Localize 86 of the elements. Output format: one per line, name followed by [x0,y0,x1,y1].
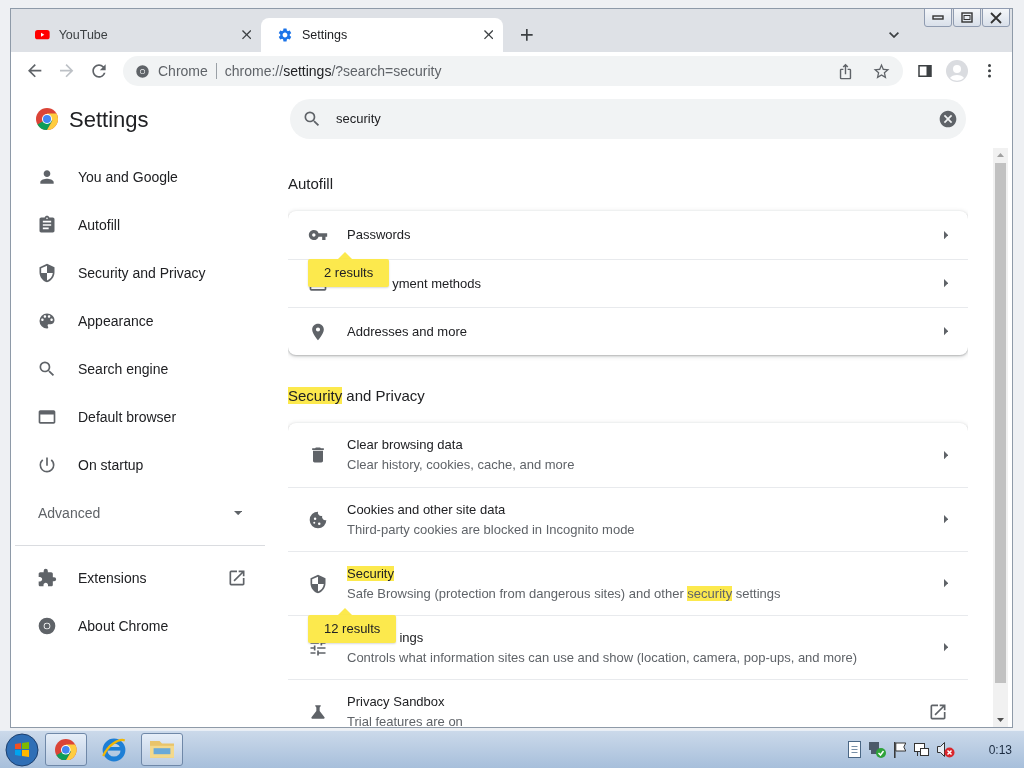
scroll-down-arrow[interactable] [997,718,1004,722]
search-bar[interactable]: security [290,99,966,139]
clock-time: 0:13 [988,741,1012,759]
clear-icon [938,109,958,129]
shield-icon [308,573,328,594]
side-panel-icon [916,62,934,80]
settings-row[interactable]: Cookies and other site data Third-party cookies are blocked in Incognito mode [288,487,968,551]
browser-window-icon [37,407,57,427]
site-label: Chrome [158,63,217,79]
browser-tab[interactable]: Settings [261,18,503,52]
palette-icon [37,311,57,331]
settings-row[interactable]: Addresses and more [288,307,968,355]
clipboard-icon [37,215,57,235]
settings-icon [277,27,293,43]
sidebar-item[interactable]: Autofill [15,201,265,249]
settings-row[interactable]: Clear browsing data Clear history, cookies, cache, and more [288,423,968,487]
document-icon[interactable] [847,741,861,758]
network-check-icon[interactable] [868,741,886,758]
scrollbar-thumb[interactable] [995,163,1006,683]
bubble-pointer [338,252,352,259]
close-icon [241,30,251,40]
chevron-down-icon [889,31,899,39]
power-icon [37,455,57,475]
section-title: Security and Privacy [288,386,426,406]
url-text: chrome://settings/?search=security [224,61,443,81]
plus-icon [521,29,533,41]
close-window-button[interactable] [982,8,1010,27]
star-icon [871,61,891,81]
restore-icon [961,12,973,23]
avatar-icon [945,59,969,83]
arrow-right-icon [943,515,948,524]
back-arrow-icon [28,64,42,78]
reload-icon [89,61,109,81]
advanced-label: Advanced [38,503,102,523]
puzzle-icon [37,568,57,588]
arrow-right-icon [943,643,948,652]
browser-tab[interactable]: YouTube [19,18,261,52]
sidebar-item[interactable]: On startup [15,441,265,489]
sidebar-item[interactable]: Appearance [15,297,265,345]
folder-icon [150,741,174,758]
chrome-icon [135,63,150,79]
section-title: Autofill [288,174,335,194]
page-title: Settings [69,105,149,134]
arrow-right-icon [943,579,948,588]
dropdown-arrow-icon[interactable] [233,510,242,516]
flag-icon[interactable] [893,741,906,758]
arrow-right-icon [943,327,948,336]
sidebar-item[interactable]: Security and Privacy [15,249,265,297]
restore-button[interactable] [953,8,981,27]
arrow-right-icon [943,230,948,240]
settings-row[interactable]: Passwords [288,211,968,259]
taskbar-app-button[interactable] [141,733,183,766]
minimize-icon [932,15,944,20]
external-link-icon [227,568,247,588]
bubble-pointer [338,608,352,615]
close-icon [483,30,493,40]
sidebar-item[interactable]: Search engine [15,345,265,393]
minimize-button[interactable] [924,8,952,27]
cookie-icon [308,509,328,530]
play-icon [35,30,50,40]
search-input[interactable]: security [336,109,924,129]
arrow-right-icon [943,450,948,460]
search-icon [37,359,57,379]
clear-search-button[interactable] [938,109,958,129]
arrow-right-icon [943,279,948,288]
chrome-icon [55,738,77,761]
network-icon[interactable] [913,743,929,756]
menu-icon [987,64,991,78]
browser-globe-icon [102,737,126,762]
sidebar-item[interactable]: About Chrome [15,602,265,650]
tab-close-button[interactable] [483,30,493,40]
shield-icon [37,263,57,283]
start-button[interactable] [5,732,39,767]
search-icon [302,109,322,129]
taskbar-app-button[interactable] [45,733,87,766]
chrome-logo [35,107,59,131]
sidebar-item[interactable]: Default browser [15,393,265,441]
chrome-icon [37,616,57,636]
sidebar-item[interactable]: Extensions [15,554,265,602]
address-bar[interactable]: Chrome chrome://settings/?search=security [123,56,903,86]
speaker-muted-icon[interactable] [936,741,955,758]
tab-close-button[interactable] [241,30,251,40]
settings-row[interactable]: Security Safe Browsing (protection from dangerous sites) and other security settings [288,551,968,615]
forward-arrow-icon [60,64,74,78]
close-icon [990,11,1002,24]
sidebar-item[interactable]: You and Google [15,153,265,201]
